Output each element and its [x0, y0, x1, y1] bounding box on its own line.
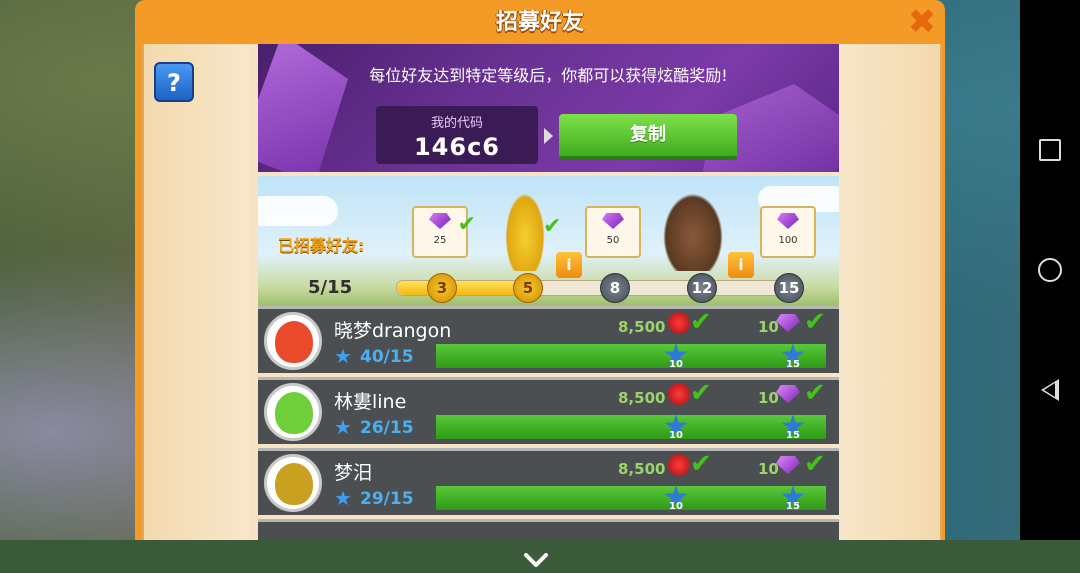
- friend-name: 晓梦drangon: [334, 320, 452, 342]
- close-button[interactable]: ✖: [905, 5, 939, 39]
- star-badge-icon: ★ 15: [778, 412, 808, 442]
- recruit-progress: 已招募好友: 5/15 3 5 8 12 15 25 ✔ ✔ i 50 i 10…: [258, 176, 839, 306]
- gold-reward-value: 8,500: [618, 460, 666, 478]
- friend-row[interactable]: 晓梦drangon ★ 40/15 8,500 ✔ 10 ✔ ★ 10 ★ 15: [258, 306, 839, 373]
- milestone-marker: 5: [513, 273, 543, 303]
- gold-reward-value: 8,500: [618, 318, 666, 336]
- reward-card[interactable]: 50: [585, 206, 641, 258]
- gem-icon: [776, 385, 800, 403]
- home-button[interactable]: [1020, 250, 1080, 290]
- dragon-avatar-icon: [275, 321, 313, 363]
- friend-row-partial[interactable]: [258, 519, 839, 540]
- info-button[interactable]: i: [556, 252, 582, 278]
- reward-card[interactable]: 100: [760, 206, 816, 258]
- gem-icon: [429, 213, 451, 229]
- friend-progress-bar: [436, 344, 826, 368]
- square-icon: [1039, 139, 1061, 161]
- code-label: 我的代码: [430, 116, 483, 131]
- friend-avatar: [264, 383, 322, 441]
- invite-code-box: 我的代码 146c6: [376, 106, 538, 164]
- android-nav-bar: [1020, 0, 1080, 540]
- friend-row[interactable]: 林婁line ★ 26/15 8,500 ✔ 10 ✔ ★ 10 ★ 15: [258, 377, 839, 444]
- copy-button[interactable]: 复制: [559, 114, 737, 160]
- star-badge-icon: ★ 10: [661, 412, 691, 442]
- friend-level: 29/15: [360, 489, 414, 509]
- friend-row[interactable]: 梦汨 ★ 29/15 8,500 ✔ 10 ✔ ★ 10 ★ 15: [258, 448, 839, 515]
- star-icon: ★: [334, 415, 352, 439]
- badge-level: 15: [786, 501, 800, 512]
- friend-level: 40/15: [360, 347, 414, 367]
- rose-icon: [668, 383, 690, 405]
- circle-icon: [1038, 258, 1062, 282]
- recent-apps-button[interactable]: [1020, 130, 1080, 170]
- checkmark-icon: ✔: [804, 449, 826, 479]
- gem-reward-value: 10: [758, 460, 779, 478]
- farmer-character: [658, 186, 728, 271]
- checkmark-icon: ✔: [457, 212, 476, 237]
- badge-level: 10: [669, 430, 683, 441]
- recruited-label: 已招募好友:: [278, 236, 365, 255]
- chevron-down-icon[interactable]: [523, 547, 549, 573]
- friend-level: 26/15: [360, 418, 414, 438]
- friend-name: 梦汨: [334, 462, 373, 484]
- badge-level: 15: [786, 430, 800, 441]
- checkmark-icon: ✔: [804, 307, 826, 337]
- milestone-marker: 8: [600, 273, 630, 303]
- star-icon: ★: [334, 486, 352, 510]
- gem-icon: [776, 456, 800, 474]
- milestone-marker: 3: [427, 273, 457, 303]
- checkmark-icon: ✔: [690, 378, 712, 408]
- star-badge-icon: ★ 10: [661, 483, 691, 513]
- milestone-marker: 12: [687, 273, 717, 303]
- star-icon: ★: [334, 344, 352, 368]
- invite-banner: 每位好友达到特定等级后，你都可以获得炫酷奖励! 我的代码 146c6 复制: [258, 44, 839, 172]
- badge-level: 15: [786, 359, 800, 370]
- dragon-character: [502, 186, 548, 271]
- friend-avatar: [264, 312, 322, 370]
- star-badge-icon: ★ 15: [778, 341, 808, 371]
- friend-name: 林婁line: [334, 391, 407, 413]
- friend-avatar: [264, 454, 322, 512]
- rose-icon: [668, 312, 690, 334]
- reward-amount: 100: [778, 235, 798, 246]
- gem-icon: [776, 314, 800, 332]
- reward-amount: 50: [606, 235, 620, 246]
- reward-card[interactable]: 25 ✔: [412, 206, 476, 258]
- badge-level: 10: [669, 359, 683, 370]
- recruit-progress-fill: [397, 281, 528, 295]
- checkmark-icon: ✔: [690, 307, 712, 337]
- reward-message: 每位好友达到特定等级后，你都可以获得炫酷奖励!: [369, 66, 728, 85]
- gem-reward-value: 10: [758, 389, 779, 407]
- side-panel-left: [144, 44, 249, 540]
- star-badge-icon: ★ 10: [661, 341, 691, 371]
- help-button[interactable]: ?: [154, 62, 194, 102]
- star-badge-icon: ★ 15: [778, 483, 808, 513]
- side-panel-right: [832, 44, 940, 540]
- gem-icon: [602, 213, 624, 229]
- gem-reward-value: 10: [758, 318, 779, 336]
- checkmark-icon: ✔: [543, 214, 562, 239]
- milestone-marker: 15: [774, 273, 804, 303]
- friend-progress-bar: [436, 415, 826, 439]
- arrow-right-icon: [544, 128, 553, 144]
- gem-icon: [777, 213, 799, 229]
- checkmark-icon: ✔: [690, 449, 712, 479]
- gold-reward-value: 8,500: [618, 389, 666, 407]
- friend-progress-bar: [436, 486, 826, 510]
- back-button[interactable]: [1020, 370, 1080, 410]
- dragon-avatar-icon: [275, 392, 313, 434]
- triangle-back-icon: [1041, 379, 1059, 401]
- recruit-friends-dialog: 招募好友 ✖ ? 每位好友达到特定等级后，你都可以获得炫酷奖励! 我的代码 14…: [135, 0, 945, 567]
- dialog-body: ? 每位好友达到特定等级后，你都可以获得炫酷奖励! 我的代码 146c6 复制 …: [142, 44, 942, 567]
- invite-code: 146c6: [413, 133, 501, 161]
- checkmark-icon: ✔: [804, 378, 826, 408]
- dialog-title: 招募好友: [495, 10, 584, 35]
- badge-level: 10: [669, 501, 683, 512]
- dragon-avatar-icon: [275, 463, 313, 505]
- rose-icon: [668, 454, 690, 476]
- cloud-decoration: [258, 196, 338, 226]
- info-button[interactable]: i: [728, 252, 754, 278]
- recruited-count: 5/15: [308, 277, 353, 298]
